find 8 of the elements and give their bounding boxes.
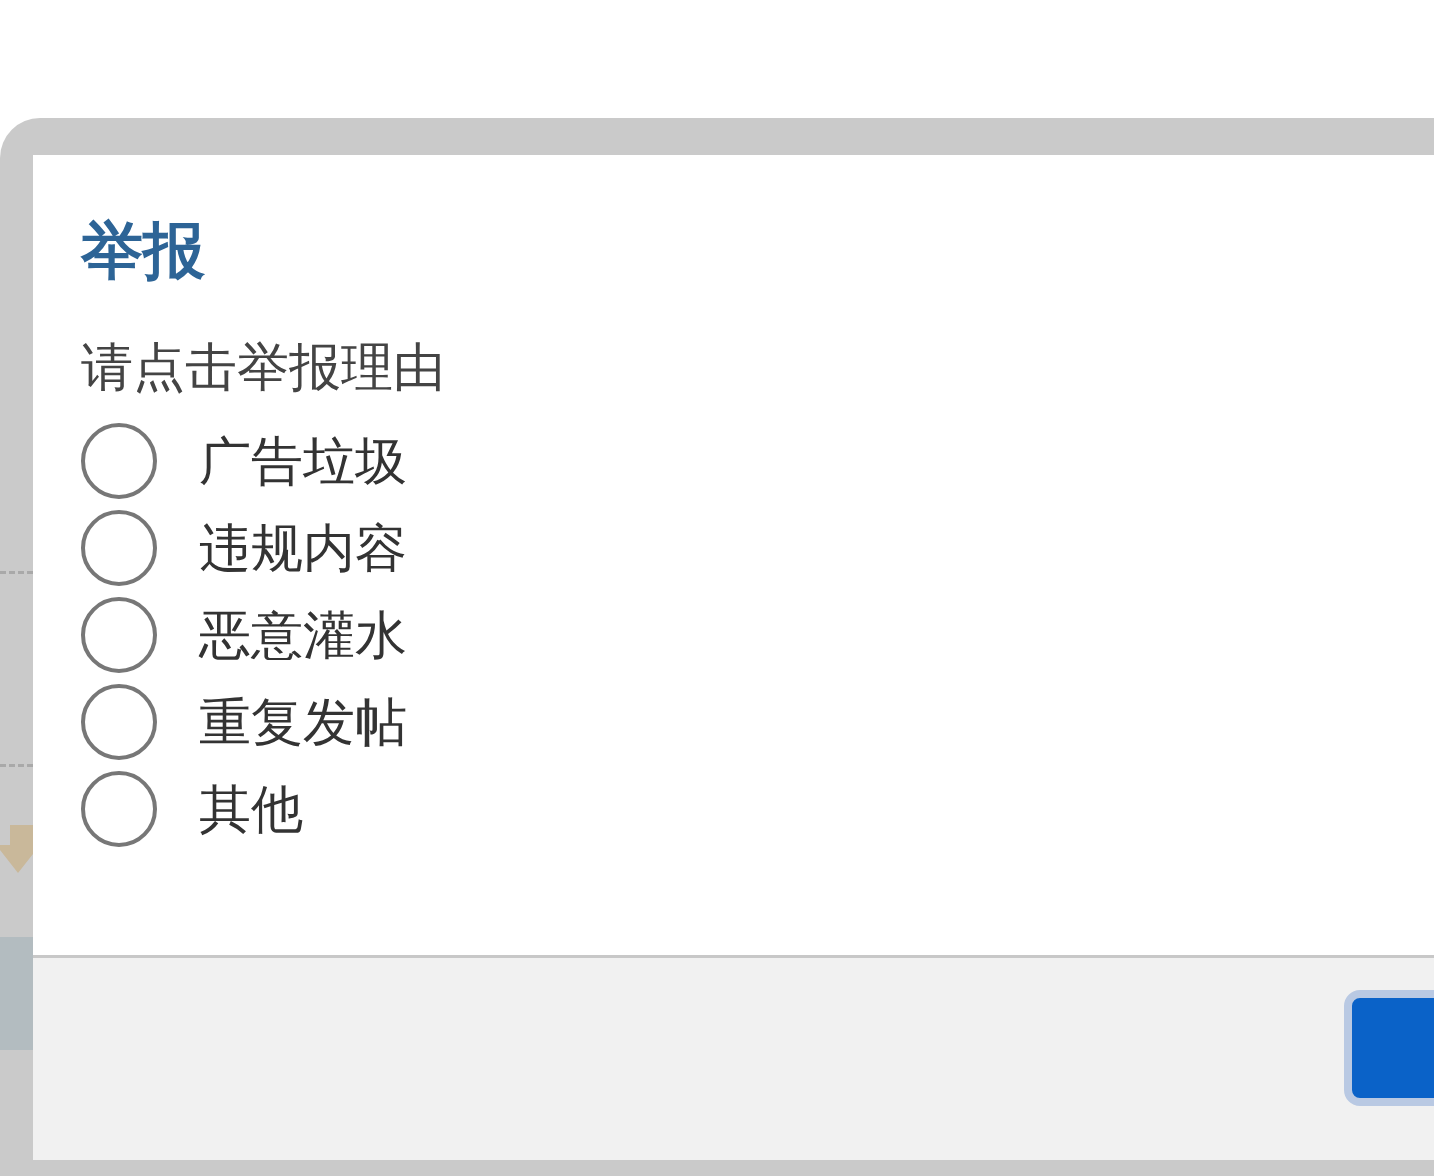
down-arrow-icon [0,825,33,875]
option-label[interactable]: 其他 [199,776,303,841]
option-label[interactable]: 重复发帖 [199,689,407,754]
option-label[interactable]: 违规内容 [199,515,407,580]
option-label[interactable]: 广告垃圾 [199,428,407,493]
prompt-text: 请点击举报理由 [81,336,446,399]
option-label[interactable]: 恶意灌水 [199,602,407,667]
dialog-title: 举报 [81,213,206,289]
